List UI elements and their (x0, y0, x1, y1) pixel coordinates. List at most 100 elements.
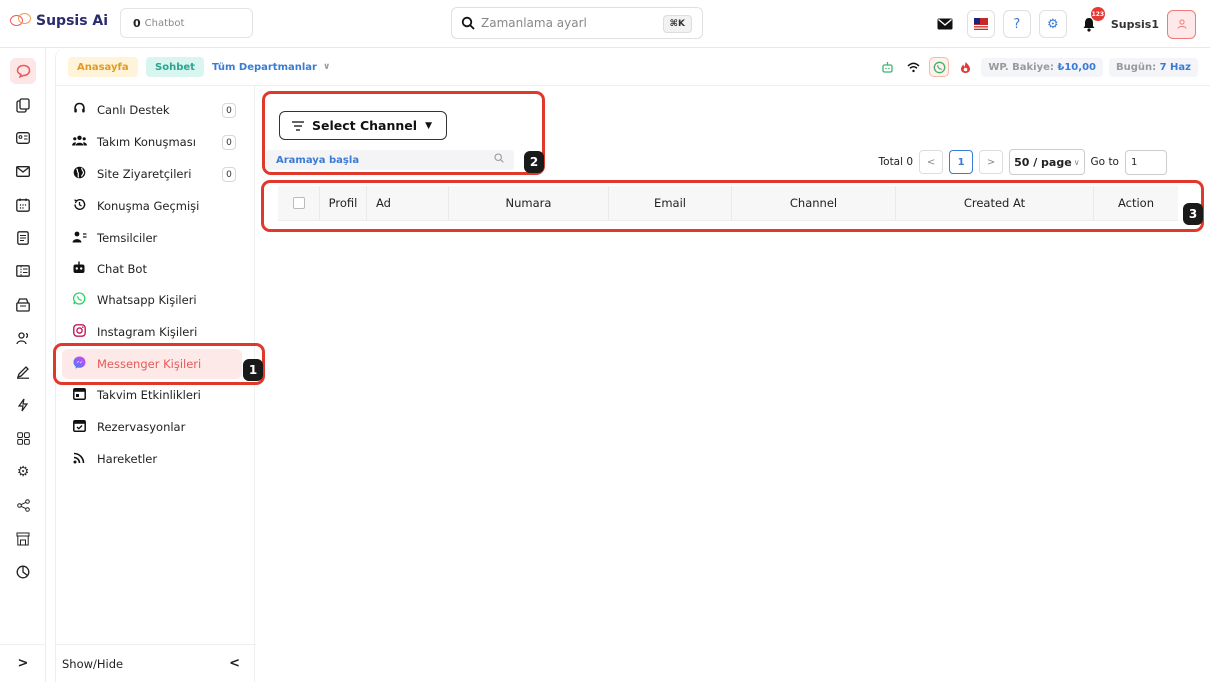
globe-icon (71, 166, 87, 182)
sidebar-item-hareketler[interactable]: Hareketler (62, 444, 242, 474)
top-actions: ? ⚙ 123 Supsis1 (931, 7, 1196, 39)
chatbot-counter[interactable]: 0 Chatbot (120, 8, 253, 38)
mail-icon[interactable] (931, 10, 959, 38)
bot-status-icon[interactable] (877, 57, 897, 77)
column-header-action[interactable]: Action (1094, 186, 1178, 221)
select-all-checkbox[interactable] (292, 197, 305, 209)
notification-bell-icon[interactable]: 123 (1075, 7, 1105, 38)
rail-ticket-icon[interactable] (10, 258, 36, 284)
sidebar-item-rezervasyonlar[interactable]: Rezervasyonlar (62, 412, 242, 442)
home-tab[interactable]: Anasayfa (68, 57, 138, 77)
username[interactable]: Supsis1 (1111, 18, 1159, 31)
robot-icon (71, 261, 87, 277)
rail-settings-icon[interactable]: ⚙ (10, 459, 36, 485)
whatsapp-status-icon[interactable] (929, 57, 950, 77)
language-flag-icon[interactable] (966, 10, 995, 38)
callout-number-1: 1 (243, 359, 263, 381)
rail-share-icon[interactable] (10, 492, 36, 518)
page-number[interactable]: 1 (949, 150, 974, 174)
sidebar-item-count: 0 (222, 103, 236, 118)
icon-rail: ⚙ (0, 48, 46, 682)
global-search-placeholder: Zamanlama ayarl (481, 16, 587, 30)
sidebar-item-site-ziyaretcileri[interactable]: Site Ziyaretçileri 0 (62, 159, 242, 189)
show-hide-label: Show/Hide (62, 656, 124, 671)
pagination: Total 0 < 1 > 50 / page ∨ Go to 1 (879, 149, 1167, 175)
column-header-email[interactable]: Email (609, 185, 732, 221)
rss-icon (71, 452, 87, 467)
history-icon (71, 198, 87, 214)
chatbot-label: Chatbot (144, 17, 185, 29)
sidebar-item-messenger[interactable]: Messenger Kişileri (62, 349, 242, 379)
rail-calendar-icon[interactable] (10, 192, 36, 218)
rail-signature-icon[interactable] (10, 359, 36, 385)
user-icon (1177, 19, 1186, 29)
column-header-ad[interactable]: Ad (367, 185, 449, 221)
fire-icon (955, 57, 975, 77)
sidebar-item-temsilciler[interactable]: Temsilciler (62, 223, 242, 253)
column-header-created-at[interactable]: Created At (896, 185, 1094, 221)
column-header-profil[interactable]: Profil (320, 185, 367, 221)
rail-id-card-icon[interactable] (10, 125, 36, 151)
sidebar-item-label: Chat Bot (97, 262, 147, 276)
search-icon (494, 153, 504, 166)
sidebar-item-label: Rezervasyonlar (97, 420, 186, 434)
contact-search-input[interactable]: Aramaya başla (266, 150, 514, 170)
rail-bolt-icon[interactable] (10, 392, 36, 418)
global-search[interactable]: Zamanlama ayarl ⌘K (451, 7, 703, 39)
goto-page-input[interactable]: 1 (1125, 149, 1167, 175)
rail-chat-icon[interactable] (10, 58, 36, 84)
select-channel-button[interactable]: Select Channel ▼ (279, 111, 447, 140)
logo-icon (10, 13, 32, 29)
department-select[interactable]: Tüm Departmanlar ∨ (206, 57, 336, 77)
chevron-down-icon: ∨ (1073, 157, 1080, 167)
sidebar-item-canli-destek[interactable]: Canlı Destek 0 (62, 95, 242, 125)
status-area: WP. Bakiye: ₺10,00 Bugün: 7 Haz (877, 55, 1198, 79)
sidebar-item-label: Takım Konuşması (97, 135, 196, 149)
prev-page-button[interactable]: < (919, 150, 944, 174)
callout-number-2: 2 (524, 151, 544, 173)
column-header-channel[interactable]: Channel (732, 185, 896, 221)
main-content: Select Channel ▼ Aramaya başla Total 0 <… (256, 86, 1210, 682)
sidebar-item-instagram[interactable]: Instagram Kişileri (62, 317, 242, 347)
sidebar-item-label: Whatsapp Kişileri (97, 293, 197, 307)
rail-chart-icon[interactable] (10, 559, 36, 585)
instagram-icon (71, 324, 87, 340)
sub-header: Anasayfa Sohbet Tüm Departmanlar ∨ WP. B… (55, 48, 1210, 86)
help-icon[interactable]: ? (1002, 10, 1031, 38)
page-size-select[interactable]: 50 / page ∨ (1009, 149, 1085, 175)
whatsapp-icon (71, 292, 87, 308)
sidebar-item-takvim[interactable]: Takvim Etkinlikleri (62, 380, 242, 410)
page-size-value: 50 / page (1014, 155, 1072, 169)
chevron-down-icon: ∨ (323, 62, 331, 72)
rail-store-icon[interactable] (10, 526, 36, 552)
sidebar-item-chat-bot[interactable]: Chat Bot (62, 254, 242, 284)
rail-apps-icon[interactable] (10, 425, 36, 451)
sidebar-item-label: Hareketler (97, 452, 158, 466)
chat-tab[interactable]: Sohbet (146, 57, 204, 77)
contacts-table-header: Profil Ad Numara Email Channel Created A… (278, 185, 1178, 221)
next-page-button[interactable]: > (979, 150, 1004, 174)
pagination-total: Total 0 (878, 156, 914, 168)
rail-contacts-icon[interactable] (10, 92, 36, 118)
top-bar: Supsis Ai 0 Chatbot Zamanlama ayarl ⌘K ?… (0, 0, 1210, 48)
settings-gear-icon[interactable]: ⚙ (1038, 10, 1067, 38)
goto-label: Go to (1090, 156, 1119, 168)
sidebar-item-konusma-gecmisi[interactable]: Konuşma Geçmişi (62, 191, 242, 221)
rail-users-icon[interactable] (10, 325, 36, 351)
select-all-cell (278, 185, 320, 221)
show-hide-toggle[interactable]: Show/Hide < (56, 644, 256, 682)
sidebar: Canlı Destek 0 Takım Konuşması 0 Site Zi… (55, 86, 256, 682)
notification-count: 123 (1090, 7, 1105, 21)
column-header-numara[interactable]: Numara (449, 185, 609, 221)
rail-mail-icon[interactable] (10, 158, 36, 184)
sidebar-item-whatsapp[interactable]: Whatsapp Kişileri (62, 285, 242, 315)
sidebar-item-count: 0 (222, 167, 236, 182)
sidebar-item-takim-konusmasi[interactable]: Takım Konuşması 0 (62, 127, 242, 157)
rail-inbox-icon[interactable] (10, 292, 36, 318)
user-avatar[interactable] (1167, 9, 1196, 39)
rail-expand-chevron-icon[interactable]: > (0, 644, 46, 682)
brand-logo[interactable]: Supsis Ai (10, 10, 108, 32)
select-channel-label: Select Channel (312, 118, 418, 133)
reservation-icon (71, 419, 87, 435)
rail-document-icon[interactable] (10, 225, 36, 251)
